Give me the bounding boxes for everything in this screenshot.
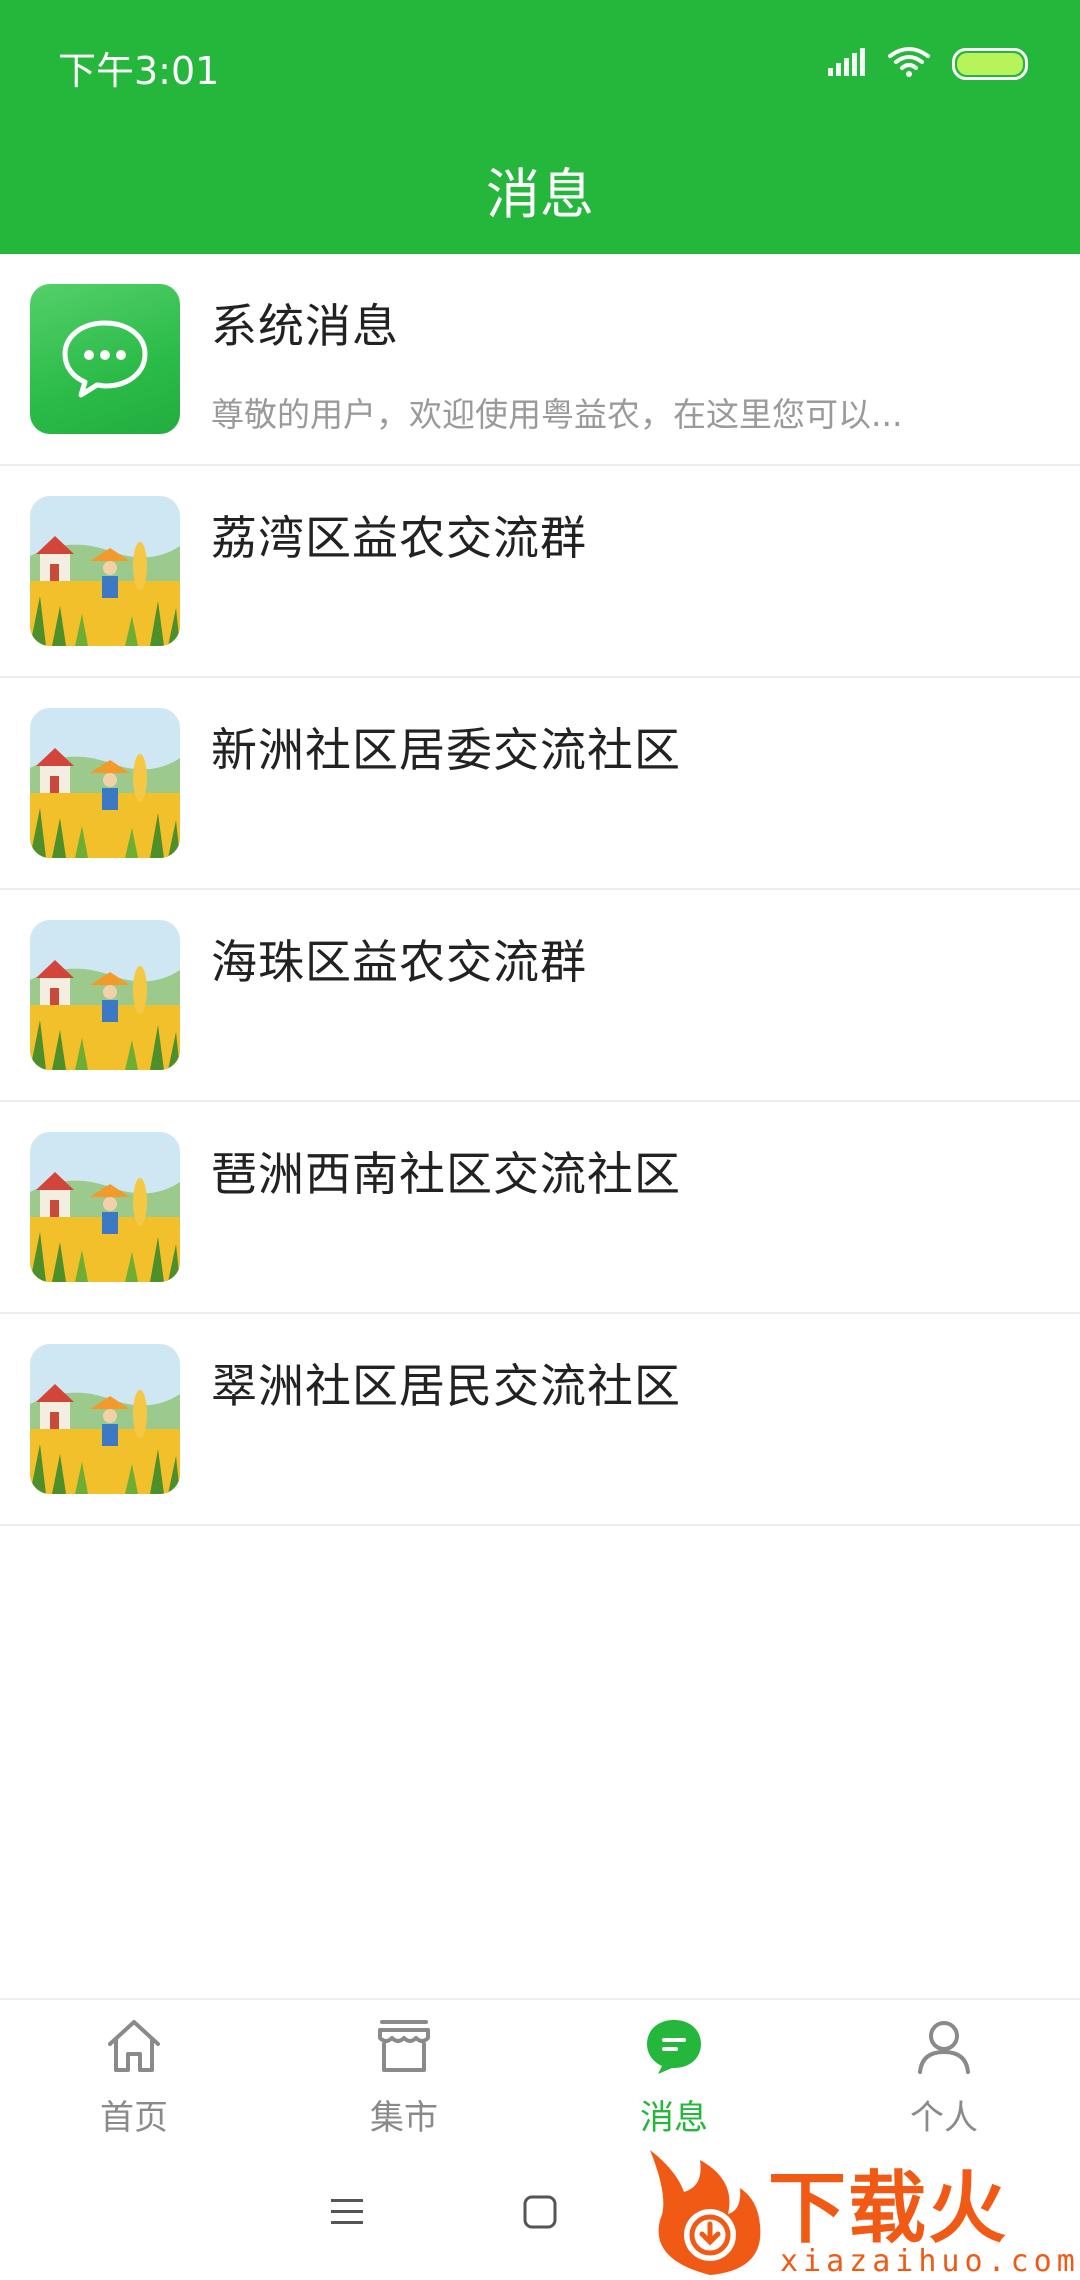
battery-icon: [952, 48, 1028, 80]
watermark-url: xiazaihuo.com: [780, 2244, 1080, 2279]
menu-icon[interactable]: [330, 2196, 364, 2228]
message-icon: [647, 2020, 701, 2074]
nav-message[interactable]: 消息: [574, 2000, 774, 2150]
nav-label: 个人: [910, 2098, 978, 2138]
conversation-title: 系统消息: [211, 299, 399, 353]
conversation-row[interactable]: 琶洲西南社区交流社区: [0, 1102, 1080, 1314]
conversation-title: 翠洲社区居民交流社区: [211, 1359, 681, 1413]
nav-profile[interactable]: 个人: [844, 2000, 1044, 2150]
conversation-row[interactable]: 翠洲社区居民交流社区: [0, 1314, 1080, 1526]
farm-scarecrow-image: [30, 1344, 180, 1494]
app-header: 下午3:01 消息: [0, 0, 1080, 254]
nav-home[interactable]: 首页: [34, 2000, 234, 2150]
conversation-list: 系统消息 尊敬的用户，欢迎使用粤益农，在这里您可以... 荔湾区益农交流群 新洲…: [0, 254, 1080, 1526]
conversation-title: 荔湾区益农交流群: [211, 511, 587, 565]
conversation-row[interactable]: 新洲社区居委交流社区: [0, 678, 1080, 890]
farm-scarecrow-image: [30, 708, 180, 858]
status-icons: [826, 44, 1028, 84]
conversation-title: 新洲社区居委交流社区: [211, 723, 681, 777]
conversation-title: 海珠区益农交流群: [211, 935, 587, 989]
status-time: 下午3:01: [58, 49, 220, 93]
chat-bubble-icon: [30, 284, 180, 434]
conversation-row-system[interactable]: 系统消息 尊敬的用户，欢迎使用粤益农，在这里您可以...: [0, 254, 1080, 466]
nav-label: 集市: [370, 2098, 438, 2138]
screen: 下午3:01 消息 系统消息 尊敬的用户，欢迎使用粤益农，在这里您可以... 荔…: [0, 0, 1080, 2280]
market-icon: [378, 2020, 430, 2072]
conversation-row[interactable]: 海珠区益农交流群: [0, 890, 1080, 1102]
page-title: 消息: [486, 163, 594, 226]
farm-scarecrow-image: [30, 1132, 180, 1282]
nav-label: 消息: [640, 2098, 708, 2138]
farm-scarecrow-image: [30, 920, 180, 1070]
home-square-icon[interactable]: [522, 2194, 558, 2230]
conversation-preview: 尊敬的用户，欢迎使用粤益农，在这里您可以...: [211, 395, 903, 434]
conversation-title: 琶洲西南社区交流社区: [211, 1147, 681, 1201]
nav-market[interactable]: 集市: [304, 2000, 504, 2150]
home-icon: [108, 2020, 160, 2072]
watermark-logo: 下载火 xiazaihuo.com: [640, 2140, 1080, 2280]
person-icon: [918, 2021, 970, 2074]
watermark-brand: 下载火: [768, 2164, 1009, 2254]
nav-label: 首页: [100, 2098, 168, 2138]
conversation-row[interactable]: 荔湾区益农交流群: [0, 466, 1080, 678]
bottom-nav: 首页 集市 消息 个人: [0, 1998, 1080, 2150]
farm-scarecrow-image: [30, 496, 180, 646]
wifi-icon: [888, 46, 930, 82]
signal-icon: [826, 48, 866, 80]
